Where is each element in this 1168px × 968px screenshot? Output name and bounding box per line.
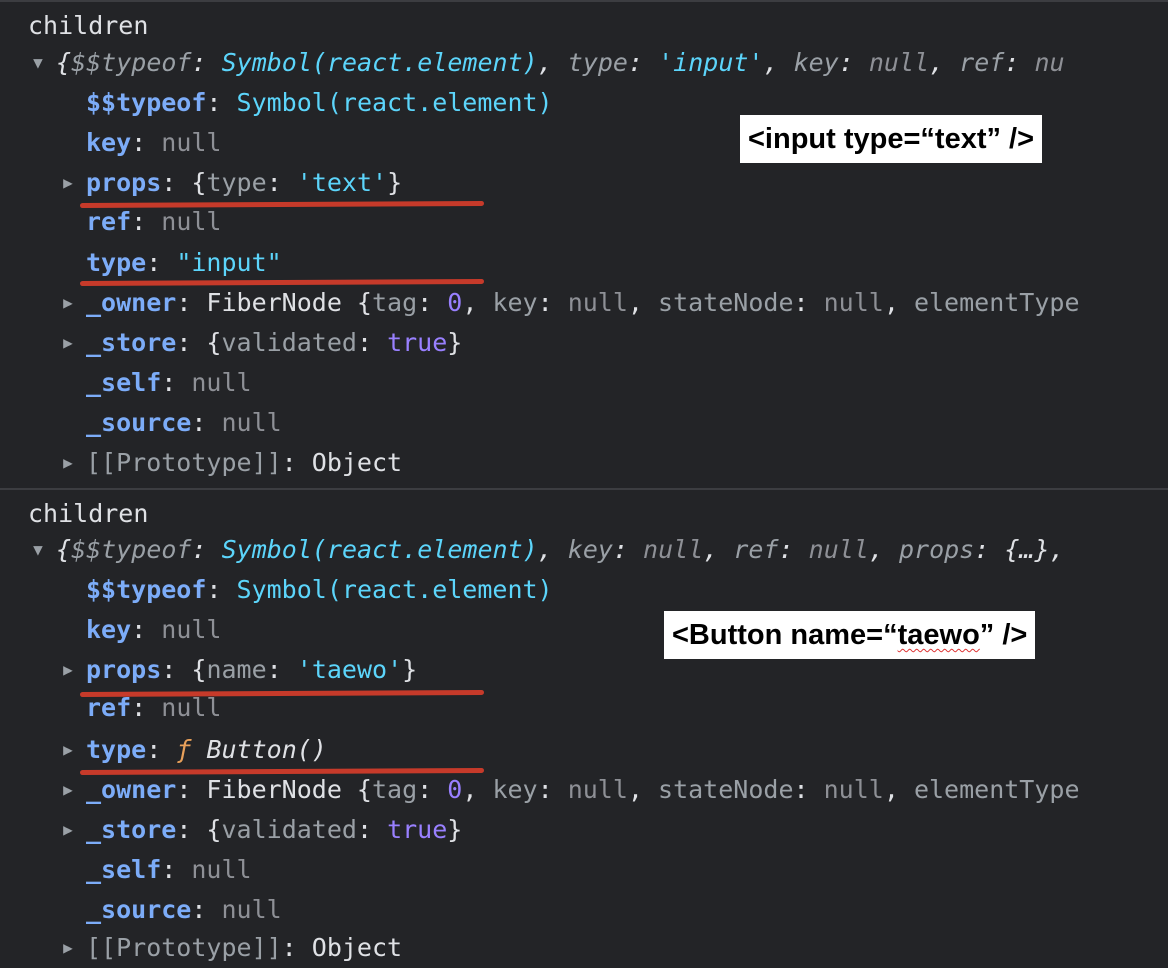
- section-header: children Se: [0, 494, 1168, 534]
- property-value: Symbol(react.element): [236, 88, 553, 117]
- object-summary-row[interactable]: ▼ {$$typeof: Symbol(react.element), type…: [0, 43, 1168, 83]
- triangle-down-icon[interactable]: ▼: [28, 530, 48, 570]
- object-summary-row[interactable]: ▼ {$$typeof: Symbol(react.element), key:…: [0, 530, 1168, 570]
- property-key: props: [86, 655, 162, 684]
- property-value: null: [161, 693, 222, 722]
- property-value: null: [191, 855, 252, 884]
- property-value: null: [221, 895, 282, 924]
- property-key: ref: [86, 207, 132, 236]
- property-value: Object: [311, 933, 403, 962]
- property-row: _source: null: [86, 408, 282, 437]
- property-key: [[Prototype]]: [86, 933, 282, 962]
- triangle-right-icon[interactable]: ▶: [58, 650, 78, 690]
- triangle-right-icon[interactable]: ▶: [58, 730, 78, 770]
- property-key: [[Prototype]]: [86, 448, 282, 477]
- property-value: "input": [176, 248, 282, 277]
- property-row-expandable[interactable]: ▶ [[Prototype]]: Object: [0, 928, 1168, 968]
- triangle-down-icon[interactable]: ▼: [28, 43, 48, 83]
- property-key: type: [86, 248, 147, 277]
- section-header: children Se: [0, 6, 1168, 46]
- property-key: _store: [86, 815, 177, 844]
- property-row-expandable[interactable]: ▶ _store: {validated: true}: [0, 810, 1168, 850]
- triangle-right-icon[interactable]: ▶: [58, 163, 78, 203]
- section-separator: [0, 488, 1168, 490]
- triangle-right-icon[interactable]: ▶: [58, 928, 78, 968]
- property-value: null: [221, 408, 282, 437]
- property-row: _self: null: [86, 855, 252, 884]
- property-key: _source: [86, 408, 192, 437]
- property-row: type: "input": [86, 248, 282, 277]
- property-row: $$typeof: Symbol(react.element): [86, 575, 553, 604]
- property-key: _source: [86, 895, 192, 924]
- property-key: ref: [86, 693, 132, 722]
- triangle-right-icon[interactable]: ▶: [58, 443, 78, 483]
- object-summary: {$$typeof: Symbol(react.element), type: …: [56, 48, 1065, 77]
- property-key: $$typeof: [86, 88, 207, 117]
- property-row: _self: null: [86, 368, 252, 397]
- property-row-expandable[interactable]: ▶ _owner: FiberNode {tag: 0, key: null, …: [0, 770, 1168, 810]
- property-row: _source: null: [86, 895, 282, 924]
- property-key: type: [86, 735, 147, 764]
- property-key: _self: [86, 368, 162, 397]
- triangle-right-icon[interactable]: ▶: [58, 810, 78, 850]
- triangle-right-icon[interactable]: ▶: [58, 770, 78, 810]
- property-row-expandable[interactable]: ▶ _store: {validated: true}: [0, 323, 1168, 363]
- property-key: key: [86, 128, 132, 157]
- property-row-expandable[interactable]: ▶ [[Prototype]]: Object: [0, 443, 1168, 483]
- jsx-annotation: <Button name=“taewo” />: [664, 611, 1036, 659]
- spellcheck-word: taewo: [897, 619, 980, 651]
- property-value: Object: [311, 448, 403, 477]
- triangle-right-icon[interactable]: ▶: [58, 323, 78, 363]
- property-row-expandable[interactable]: ▶ props: {type: 'text'}: [0, 163, 1168, 203]
- function-icon: ƒ: [176, 735, 192, 764]
- property-row: ref: null: [86, 207, 222, 236]
- property-value: Symbol(react.element): [236, 575, 553, 604]
- property-key: $$typeof: [86, 575, 207, 604]
- property-key: _store: [86, 328, 177, 357]
- property-value: null: [161, 128, 222, 157]
- top-separator: [0, 0, 1168, 2]
- property-row-expandable[interactable]: ▶ type: ƒ Button(): [0, 730, 1168, 770]
- property-value: Button(): [206, 735, 327, 764]
- property-key: _owner: [86, 288, 177, 317]
- property-value: null: [161, 207, 222, 236]
- children-label: children: [28, 499, 149, 528]
- property-key: props: [86, 168, 162, 197]
- jsx-annotation: <input type=“text” />: [740, 115, 1043, 163]
- triangle-right-icon[interactable]: ▶: [58, 283, 78, 323]
- children-label: children: [28, 11, 149, 40]
- property-key: _self: [86, 855, 162, 884]
- property-value: null: [191, 368, 252, 397]
- property-value: null: [161, 615, 222, 644]
- object-summary: {$$typeof: Symbol(react.element), key: n…: [56, 535, 1065, 564]
- property-key: _owner: [86, 775, 177, 804]
- property-row-expandable[interactable]: ▶ _owner: FiberNode {tag: 0, key: null, …: [0, 283, 1168, 323]
- property-key: key: [86, 615, 132, 644]
